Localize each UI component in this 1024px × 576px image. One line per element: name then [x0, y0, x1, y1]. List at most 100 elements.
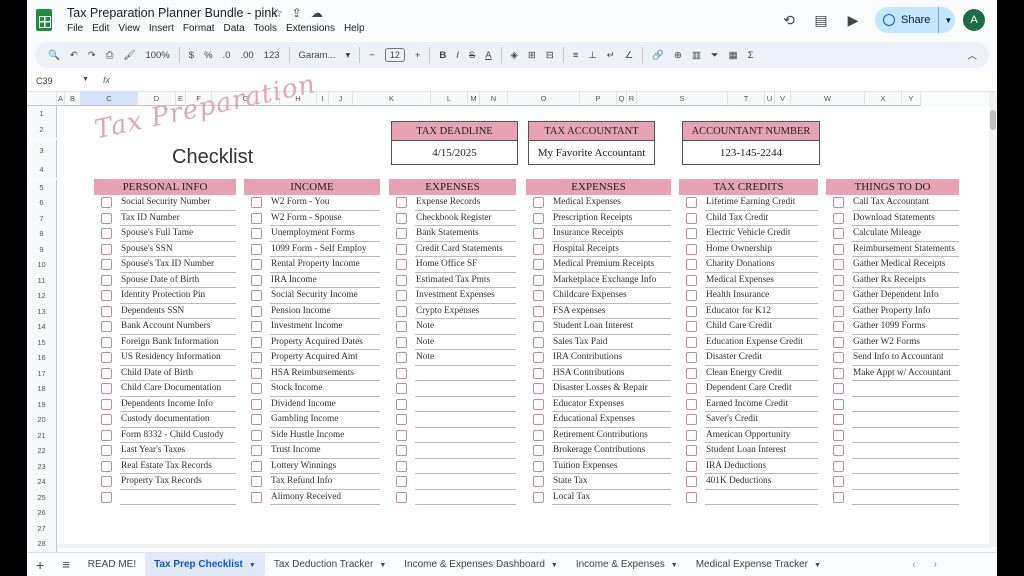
checkbox[interactable] — [101, 336, 112, 348]
select-all-corner[interactable] — [27, 92, 57, 106]
paint-format-icon[interactable]: 🖌 — [123, 50, 135, 61]
checkbox[interactable] — [833, 274, 844, 286]
item-label[interactable] — [852, 397, 959, 412]
text-wrap-icon[interactable]: ↵ — [607, 50, 615, 61]
item-label[interactable]: Hospital Receipts — [552, 242, 671, 257]
item-label[interactable]: Electric Vehicle Credit — [705, 226, 818, 242]
item-label[interactable] — [415, 412, 516, 428]
checkbox[interactable] — [533, 274, 544, 286]
checkbox[interactable] — [533, 243, 544, 255]
item-label[interactable]: 1099 Form - Self Employ — [270, 242, 380, 257]
search-icon[interactable]: 🔍 — [48, 50, 60, 61]
row-header[interactable]: 1 — [27, 106, 57, 122]
item-label[interactable]: Alimony Received — [270, 490, 380, 505]
checkbox[interactable] — [533, 476, 544, 488]
text-rotation-icon[interactable]: ∠ — [625, 50, 634, 61]
item-label[interactable]: Child Care Credit — [705, 319, 818, 335]
filter-views-icon[interactable]: ▦ — [729, 50, 738, 61]
item-label[interactable]: Side Hustle Income — [270, 428, 380, 443]
item-label[interactable]: Bank Account Numbers — [120, 319, 236, 335]
item-label[interactable]: Prescription Receipts — [552, 211, 671, 226]
checkbox[interactable] — [396, 429, 407, 441]
item-label[interactable]: Educator for K12 — [705, 304, 818, 319]
item-label[interactable]: Trust Income — [270, 443, 380, 459]
item-label[interactable]: Gambling Income — [270, 412, 380, 428]
print-icon[interactable]: ⎙ — [106, 50, 114, 61]
item-label[interactable]: State Tax — [552, 474, 671, 490]
item-label[interactable]: Property Acquired Dates — [270, 335, 380, 350]
checkbox[interactable] — [101, 367, 112, 379]
item-label[interactable]: Checkbook Register — [415, 211, 516, 226]
checkbox[interactable] — [251, 491, 262, 503]
item-label[interactable]: Charity Donations — [705, 257, 818, 273]
menu-item-insert[interactable]: Insert — [149, 23, 174, 34]
horizontal-align-icon[interactable]: ≡ — [573, 50, 579, 61]
item-label[interactable]: Note — [415, 319, 516, 335]
checkbox[interactable] — [686, 274, 697, 286]
collapse-toolbar-icon[interactable]: ︿ — [967, 48, 977, 62]
checkbox[interactable] — [833, 290, 844, 302]
item-label[interactable]: Spouse Date of Birth — [120, 273, 236, 288]
checkbox[interactable] — [101, 445, 112, 457]
item-label[interactable]: Lottery Winnings — [270, 459, 380, 474]
item-label[interactable]: Tuition Expenses — [552, 459, 671, 474]
item-label[interactable]: Custody documentation — [120, 412, 236, 428]
item-label[interactable]: Medical Expenses — [705, 273, 818, 288]
checkbox[interactable] — [686, 290, 697, 302]
chevron-down-icon[interactable]: ▼ — [379, 562, 386, 569]
checkbox[interactable] — [251, 352, 262, 364]
chevron-down-icon[interactable]: ▼ — [944, 16, 952, 25]
column-header[interactable]: J — [329, 92, 353, 106]
checkbox[interactable] — [396, 274, 407, 286]
item-label[interactable]: Tax Refund Info — [270, 474, 380, 490]
item-label[interactable]: Foreign Bank Information — [120, 335, 236, 350]
item-label[interactable]: Stock Income — [270, 381, 380, 397]
sheet-tab[interactable]: Income & Expenses Dashboard ▼ — [395, 553, 567, 576]
row-header[interactable]: 19 — [27, 397, 57, 413]
item-label[interactable] — [415, 428, 516, 443]
checkbox[interactable] — [533, 352, 544, 364]
checkbox[interactable] — [101, 383, 112, 395]
item-label[interactable]: Gather Property Info — [852, 304, 959, 319]
item-label[interactable]: Home Office SF — [415, 257, 516, 273]
item-label[interactable]: FSA expenses — [552, 304, 671, 319]
checkbox[interactable] — [396, 228, 407, 240]
checkbox[interactable] — [686, 336, 697, 348]
item-label[interactable] — [120, 490, 236, 505]
item-label[interactable]: Marketplace Exchange Info — [552, 273, 671, 288]
item-label[interactable]: Medical Premium Receipts — [552, 257, 671, 273]
checkbox[interactable] — [251, 274, 262, 286]
vertical-scrollbar[interactable] — [989, 92, 997, 547]
checkbox[interactable] — [833, 476, 844, 488]
scrollbar-thumb[interactable] — [990, 110, 996, 130]
row-header[interactable]: 28 — [27, 536, 57, 552]
increase-font-size-button[interactable]: + — [415, 50, 421, 61]
checkbox[interactable] — [101, 274, 112, 286]
row-header[interactable]: 16 — [27, 350, 57, 366]
checkbox[interactable] — [251, 398, 262, 410]
item-label[interactable] — [415, 397, 516, 412]
row-header[interactable]: 8 — [27, 226, 57, 242]
merge-cells-icon[interactable]: ⊟ — [546, 50, 554, 61]
item-label[interactable]: Investment Income — [270, 319, 380, 335]
row-header[interactable]: 7 — [27, 211, 57, 227]
sheets-logo-icon[interactable] — [36, 9, 52, 31]
checkbox[interactable] — [396, 290, 407, 302]
column-header[interactable]: C — [81, 92, 138, 106]
sheet-tab[interactable]: READ ME! — [79, 553, 145, 576]
item-label[interactable] — [415, 474, 516, 490]
item-label[interactable]: Tax ID Number — [120, 211, 236, 226]
checkbox[interactable] — [833, 259, 844, 271]
comment-icon[interactable]: ▤ — [811, 12, 831, 29]
menu-item-format[interactable]: Format — [183, 23, 215, 34]
checkbox[interactable] — [533, 367, 544, 379]
checkbox[interactable] — [396, 476, 407, 488]
row-header[interactable]: 22 — [27, 443, 57, 459]
sheet-tab[interactable]: Tax Prep Checklist ▼ — [145, 552, 265, 576]
checkbox[interactable] — [396, 305, 407, 317]
checkbox[interactable] — [686, 476, 697, 488]
chevron-down-icon[interactable]: ▼ — [671, 562, 678, 569]
checkbox[interactable] — [101, 429, 112, 441]
item-label[interactable]: Spouse's Tax ID Number — [120, 257, 236, 273]
checkbox[interactable] — [533, 445, 544, 457]
